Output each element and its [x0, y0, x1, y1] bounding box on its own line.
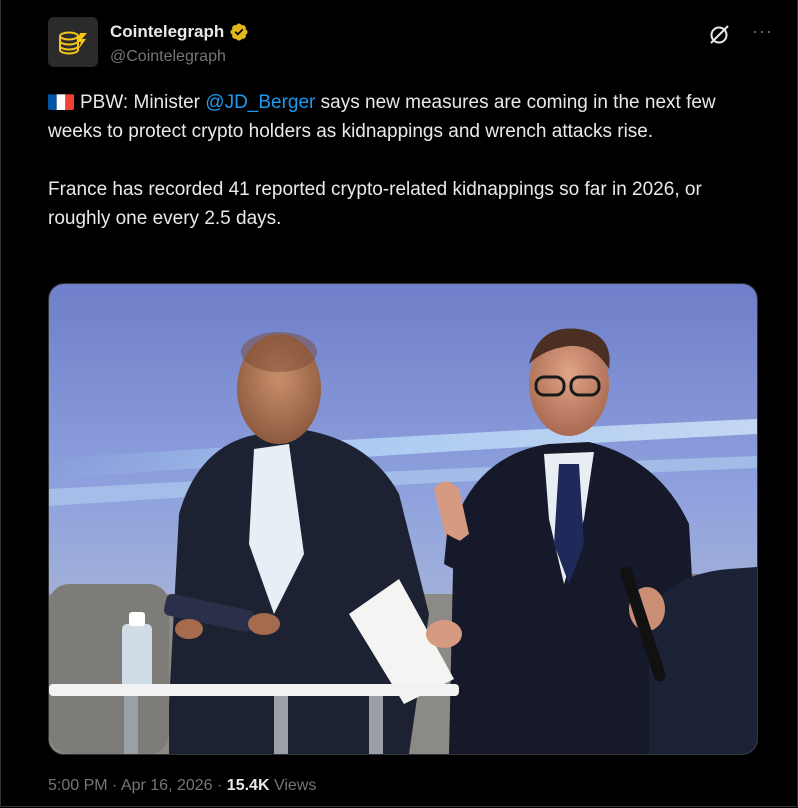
tweet-meta: 5:00 PM · Apr 16, 2026 · 15.4K Views	[48, 777, 316, 795]
author-info: Cointelegraph @Cointelegraph	[110, 21, 249, 66]
views-count: 15.4K	[226, 777, 270, 794]
tweet-text: PBW: Minister @JD_Berger says new measur…	[48, 88, 768, 233]
more-options-icon[interactable]: ···	[752, 21, 773, 41]
mention-link[interactable]: @JD_Berger	[205, 92, 315, 113]
verified-badge-icon	[230, 23, 248, 41]
tweet-card: Cointelegraph @Cointelegraph ··· PBW: Mi…	[0, 0, 798, 807]
france-flag-icon	[48, 92, 74, 110]
views-label: Views	[273, 777, 317, 794]
photo-two-men-panel-discussion	[49, 284, 757, 754]
avatar[interactable]	[48, 17, 98, 67]
separator: ·	[217, 777, 223, 794]
tweet-date[interactable]: Apr 16, 2026	[121, 777, 213, 794]
author-name[interactable]: Cointelegraph	[110, 22, 224, 42]
cointelegraph-logo-icon	[59, 31, 87, 55]
author-handle[interactable]: @Cointelegraph	[110, 48, 249, 66]
tweet-header: Cointelegraph @Cointelegraph ···	[48, 17, 773, 71]
tweet-time[interactable]: 5:00 PM	[48, 777, 108, 794]
tweet-paragraph-2: France has recorded 41 reported crypto-r…	[48, 179, 702, 229]
tweet-paragraph-1: PBW: Minister @JD_Berger says new measur…	[48, 88, 768, 146]
grok-icon[interactable]	[707, 23, 731, 47]
tweet-photo[interactable]	[48, 283, 758, 755]
tweet-text-prefix: PBW: Minister	[80, 92, 206, 113]
separator: ·	[112, 777, 118, 794]
